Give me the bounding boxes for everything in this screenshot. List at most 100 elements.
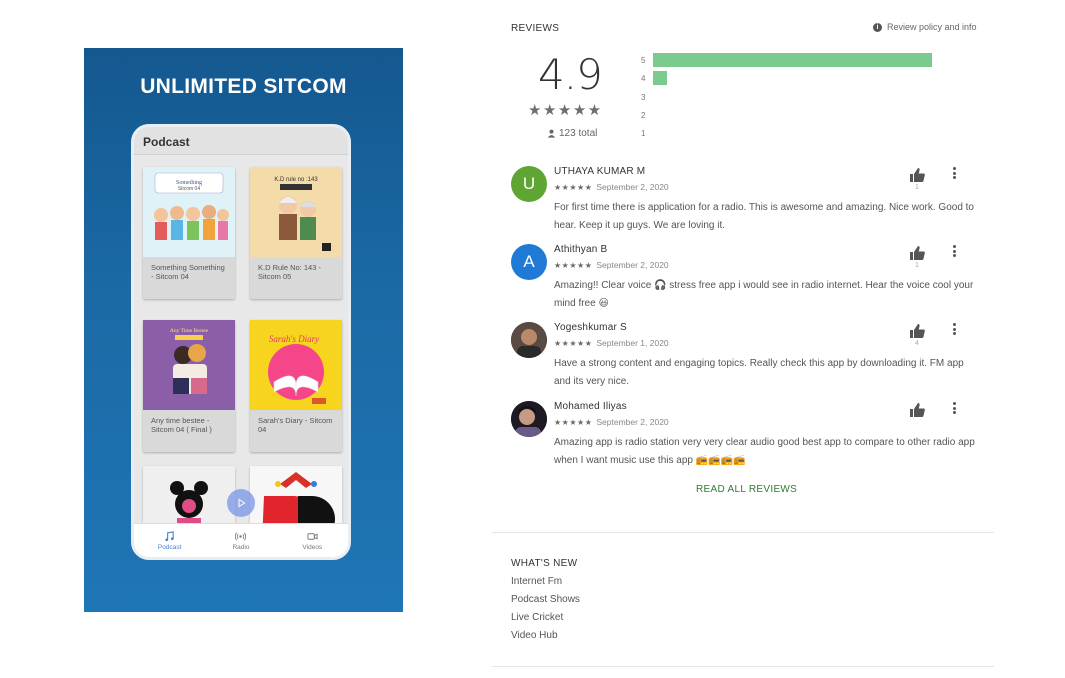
thumbs-up-icon[interactable] <box>908 244 926 262</box>
play-button[interactable] <box>227 489 255 517</box>
avatar: U <box>511 166 547 202</box>
histogram-row: 5 <box>641 53 932 67</box>
kids-illustration: Something Sitcom 04 <box>154 172 229 240</box>
video-camera-icon <box>307 532 318 540</box>
average-rating: 4.9 <box>538 50 603 99</box>
whats-new-item: Live Cricket <box>511 612 564 623</box>
nav-label: Videos <box>302 543 323 551</box>
review-date: September 2, 2020 <box>596 182 669 192</box>
histogram-row: 3 <box>641 90 653 104</box>
review-date: September 2, 2020 <box>596 260 669 270</box>
review-stars: ★★★★★ <box>554 182 593 192</box>
review-text: Amazing app is radio station very very c… <box>554 437 975 466</box>
phone-mockup: Podcast Something Sitcom 04 Something So… <box>131 124 351 560</box>
ratings-total: 123 total <box>547 128 597 139</box>
screen-title: Podcast <box>134 127 348 155</box>
more-options-button[interactable] <box>949 400 959 416</box>
friends-hug-illustration: Any Time Bestee <box>170 328 209 394</box>
helpful-count: 1 <box>915 184 919 191</box>
nav-tab-radio[interactable]: Radio <box>211 531 271 551</box>
review-policy-label: Review policy and info <box>887 22 977 32</box>
user-photo-icon <box>511 322 547 358</box>
read-all-reviews-link[interactable]: READ ALL REVIEWS <box>696 484 797 495</box>
reviewer-name: Athithyan B <box>554 244 608 255</box>
section-divider <box>492 666 994 667</box>
more-options-button[interactable] <box>949 165 959 181</box>
review-text: Amazing!! Clear voice 🎧 stress free app … <box>554 280 974 309</box>
music-note-icon <box>165 530 174 541</box>
person-icon <box>547 129 556 138</box>
podcast-card[interactable]: Something Sitcom 04 Something Something … <box>143 167 235 299</box>
more-options-button[interactable] <box>949 243 959 259</box>
histogram-bar <box>653 71 667 85</box>
avatar: A <box>511 244 547 280</box>
info-icon: i <box>873 22 882 32</box>
histogram-bar <box>653 53 932 67</box>
whats-new-item: Internet Fm <box>511 576 563 587</box>
svg-text:Any Time Bestee: Any Time Bestee <box>170 328 209 334</box>
more-options-button[interactable] <box>949 321 959 337</box>
histogram-row: 2 <box>641 108 653 122</box>
nav-tab-podcast[interactable]: Podcast <box>140 530 200 551</box>
bottom-navigation: Podcast Radio Videos <box>134 523 348 557</box>
review-stars: ★★★★★ <box>554 417 593 427</box>
podcast-thumbnail: Any Time Bestee <box>143 320 235 410</box>
section-divider <box>492 532 994 533</box>
podcast-card[interactable]: K.D rule no :143 K.D Rule No: 143 - Sitc… <box>250 167 342 299</box>
whats-new-item: Podcast Shows <box>511 594 580 605</box>
podcast-caption: Sarah's Diary - Sitcom 04 <box>258 416 333 434</box>
histogram-row: 1 <box>641 126 653 140</box>
podcast-thumbnail: K.D rule no :143 <box>250 167 342 257</box>
whats-new-item: Video Hub <box>511 630 558 641</box>
ratings-total-label: 123 total <box>559 128 598 139</box>
review-date: September 2, 2020 <box>596 417 669 427</box>
histogram-label: 5 <box>641 55 646 65</box>
nav-label: Podcast <box>157 543 182 551</box>
thumbs-up-icon[interactable] <box>908 401 926 419</box>
histogram-label: 2 <box>641 110 646 120</box>
avatar <box>511 322 547 358</box>
histogram-label: 4 <box>641 73 646 83</box>
avatar <box>511 401 547 437</box>
reviewer-name: Mohamed Iliyas <box>554 401 627 412</box>
reviewer-name: UTHAYA KUMAR M <box>554 166 646 177</box>
review-stars: ★★★★★ <box>554 260 593 270</box>
review-meta: ★★★★★ September 2, 2020 <box>554 260 669 270</box>
radio-broadcast-icon <box>235 532 247 540</box>
svg-text:Sarah's Diary: Sarah's Diary <box>269 334 319 344</box>
review-meta: ★★★★★ September 2, 2020 <box>554 417 669 427</box>
whats-new-heading: WHAT'S NEW <box>511 558 578 569</box>
reviewer-name: Yogeshkumar S <box>554 322 627 333</box>
average-rating-stars: ★★★★★ <box>528 102 603 119</box>
review-stars: ★★★★★ <box>554 338 593 348</box>
histogram-row: 4 <box>641 71 667 85</box>
phone-screen: Podcast Something Sitcom 04 Something So… <box>134 127 348 557</box>
user-photo-icon <box>511 401 547 437</box>
svg-text:Sitcom 04: Sitcom 04 <box>178 186 200 192</box>
play-icon <box>238 498 246 508</box>
histogram-label: 1 <box>641 128 646 138</box>
podcast-caption: Something Something - Sitcom 04 <box>151 263 225 281</box>
reviews-heading: REVIEWS <box>511 23 560 34</box>
elderly-couple-illustration: K.D rule no :143 <box>274 177 331 251</box>
helpful-count: 1 <box>915 262 919 269</box>
thumbs-up-icon[interactable] <box>908 166 926 184</box>
podcast-card[interactable]: Sarah's Diary Sarah's Diary - Sitcom 04 <box>250 320 342 452</box>
review-policy-link[interactable]: i Review policy and info <box>873 22 977 32</box>
svg-text:K.D rule no :143: K.D rule no :143 <box>274 177 318 183</box>
diary-book-illustration: Sarah's Diary <box>268 334 326 404</box>
podcast-caption: K.D Rule No: 143 - Sitcom 05 <box>258 263 321 281</box>
nav-label: Radio <box>232 543 250 551</box>
review-meta: ★★★★★ September 2, 2020 <box>554 182 669 192</box>
histogram-label: 3 <box>641 92 646 102</box>
promo-banner: UNLIMITED SITCOM Podcast Something Sitco… <box>84 48 403 612</box>
review-meta: ★★★★★ September 1, 2020 <box>554 338 669 348</box>
review-text: Have a strong content and engaging topic… <box>554 358 964 387</box>
podcast-thumbnail: Sarah's Diary <box>250 320 342 410</box>
thumbs-up-icon[interactable] <box>908 322 926 340</box>
helpful-count: 4 <box>915 340 919 347</box>
podcast-thumbnail: Something Sitcom 04 <box>143 167 235 257</box>
podcast-card[interactable]: Any Time Bestee Any time bestee - Sitcom… <box>143 320 235 452</box>
nav-tab-videos[interactable]: Videos <box>282 531 342 551</box>
review-date: September 1, 2020 <box>596 338 669 348</box>
